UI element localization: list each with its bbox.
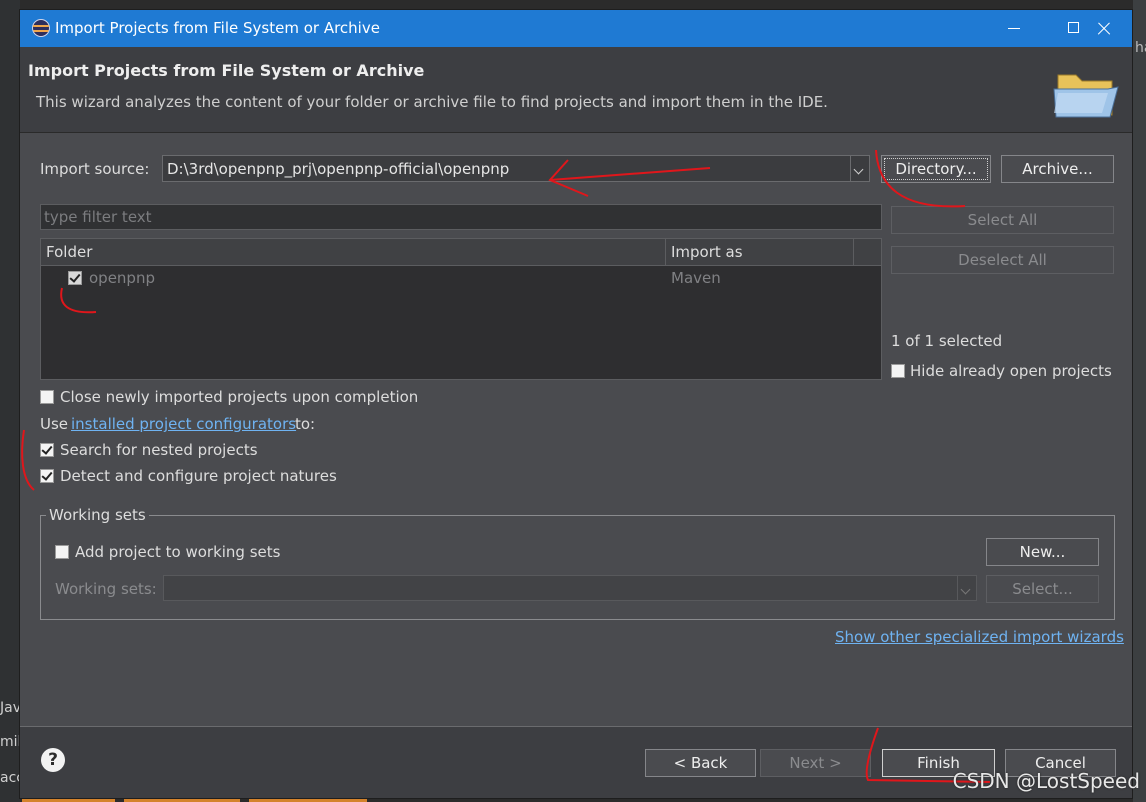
- background-ide-right: ha: [1133, 0, 1146, 802]
- other-wizards-link[interactable]: Show other specialized import wizards: [835, 628, 1124, 646]
- add-to-working-sets-checkbox[interactable]: [55, 545, 69, 559]
- table-row[interactable]: openpnp Maven: [41, 266, 881, 290]
- watermark: CSDN @LostSpeed: [952, 769, 1140, 793]
- next-button[interactable]: Next >: [760, 749, 871, 777]
- working-sets-group: [40, 515, 1115, 620]
- configurators-link[interactable]: installed project configurators: [71, 415, 296, 433]
- background-peek-text: Jav: [0, 700, 21, 716]
- minimize-icon: [1008, 28, 1020, 29]
- window-title: Import Projects from File System or Arch…: [55, 19, 380, 37]
- import-projects-dialog: Import Projects from File System or Arch…: [19, 9, 1133, 799]
- column-header-folder[interactable]: Folder: [41, 239, 666, 265]
- projects-table[interactable]: Folder Import as openpnp Maven: [40, 238, 882, 380]
- table-header: Folder Import as: [41, 239, 881, 266]
- select-all-button[interactable]: Select All: [891, 206, 1114, 234]
- dropdown-arrow-icon[interactable]: [850, 156, 869, 181]
- use-prefix-text: Use: [40, 415, 69, 433]
- hide-open-checkbox[interactable]: [891, 364, 905, 378]
- background-ide-left: Jav mil acc: [0, 0, 24, 802]
- close-imported-label[interactable]: Close newly imported projects upon compl…: [60, 388, 418, 406]
- app-eclipse-icon: [32, 19, 50, 37]
- dropdown-arrow-icon[interactable]: [957, 576, 976, 600]
- import-source-combo[interactable]: D:\3rd\openpnp_prj\openpnp-official\open…: [162, 155, 870, 182]
- hide-open-label[interactable]: Hide already open projects: [910, 362, 1112, 380]
- selection-count: 1 of 1 selected: [891, 332, 1003, 350]
- detect-natures-label[interactable]: Detect and configure project natures: [60, 467, 337, 485]
- filter-field[interactable]: [40, 204, 882, 230]
- wizard-title: Import Projects from File System or Arch…: [28, 61, 425, 80]
- back-button[interactable]: < Back: [645, 749, 756, 777]
- new-working-set-button[interactable]: New...: [986, 538, 1099, 566]
- title-bar[interactable]: Import Projects from File System or Arch…: [20, 10, 1132, 47]
- help-icon[interactable]: ?: [41, 748, 65, 772]
- add-to-working-sets-label[interactable]: Add project to working sets: [75, 543, 280, 561]
- use-suffix-text: to:: [295, 415, 316, 433]
- column-header-import-as[interactable]: Import as: [666, 239, 854, 265]
- detect-natures-checkbox[interactable]: [40, 469, 54, 483]
- background-peek-text: ha: [1135, 40, 1146, 56]
- row-checkbox[interactable]: [68, 271, 82, 285]
- minimize-button[interactable]: [986, 10, 1042, 47]
- working-sets-combo[interactable]: [163, 575, 977, 601]
- import-source-value: D:\3rd\openpnp_prj\openpnp-official\open…: [167, 160, 510, 178]
- row-import-as: Maven: [671, 269, 721, 287]
- search-nested-label[interactable]: Search for nested projects: [60, 441, 258, 459]
- select-working-sets-button[interactable]: Select...: [986, 575, 1099, 603]
- wizard-description: This wizard analyzes the content of your…: [36, 93, 828, 111]
- deselect-all-button[interactable]: Deselect All: [891, 246, 1114, 274]
- archive-button[interactable]: Archive...: [1001, 155, 1114, 183]
- working-sets-group-label: Working sets: [46, 506, 149, 524]
- working-sets-field-label: Working sets:: [55, 580, 157, 598]
- folder-icon: [1053, 74, 1119, 118]
- filter-input[interactable]: [41, 205, 881, 229]
- directory-button[interactable]: Directory...: [881, 155, 991, 183]
- close-imported-checkbox[interactable]: [40, 390, 54, 404]
- import-source-label: Import source:: [40, 160, 150, 178]
- row-folder: openpnp: [89, 269, 155, 287]
- close-button[interactable]: [1076, 10, 1132, 47]
- wizard-header: Import Projects from File System or Arch…: [20, 47, 1132, 133]
- search-nested-checkbox[interactable]: [40, 443, 54, 457]
